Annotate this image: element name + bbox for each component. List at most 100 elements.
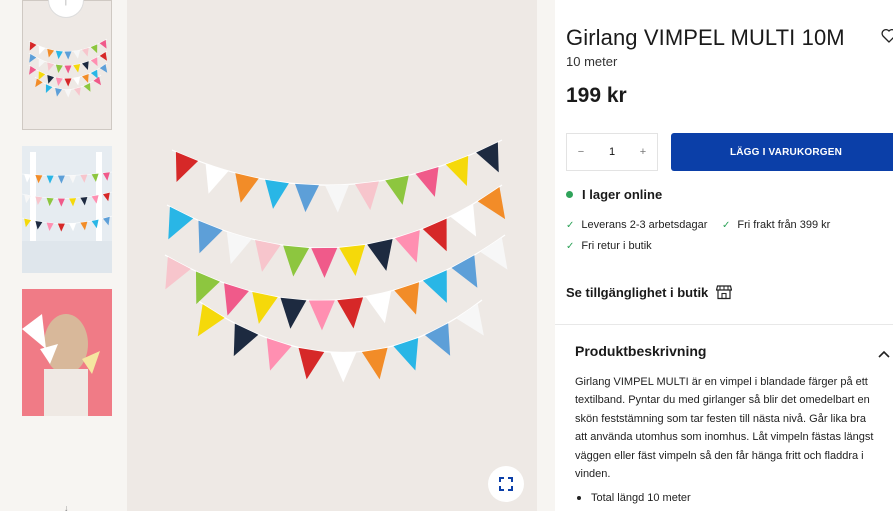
usp-free-shipping: ✓ Fri frakt från 399 kr (722, 219, 830, 231)
pennant-flag (64, 65, 72, 74)
thumbnail-1[interactable] (22, 0, 112, 130)
pennant-flag (325, 184, 349, 213)
pennant-flag (476, 142, 499, 173)
pennant-flag (361, 347, 388, 380)
bullet-text: Total längd 10 meter (591, 492, 691, 504)
pennant-flag (395, 230, 420, 263)
pennant-flag (197, 304, 225, 337)
pennant-flag (175, 151, 199, 183)
availability-label: Se tillgänglighet i butik (566, 284, 709, 300)
stock-status: I lager online (566, 187, 662, 202)
pennant-flag (339, 244, 366, 277)
pennant-flag (83, 82, 91, 92)
pennant-flag (168, 206, 194, 240)
garland-illustration (164, 139, 508, 383)
bullet-dot (577, 496, 581, 500)
decrement-button[interactable]: − (575, 146, 587, 158)
description-text: Girlang VIMPEL MULTI är en vimpel i blan… (575, 376, 874, 481)
pennant-flag (35, 78, 43, 88)
pennant-flag (394, 282, 420, 315)
pennant-flag (82, 74, 89, 83)
usp-label: Leverans 2-3 arbetsdagar (581, 219, 708, 231)
description-heading[interactable]: Produktbeskrivning (575, 343, 706, 359)
pennant-flag (55, 50, 63, 60)
pennant-flag (308, 300, 335, 331)
pennant-flag (64, 78, 72, 87)
pennant-flag (64, 51, 72, 60)
pennant-flag (330, 352, 357, 383)
pennant-flag (38, 45, 46, 55)
check-icon: ✓ (566, 240, 575, 252)
main-product-image[interactable] (127, 0, 537, 511)
description-bullet: Total längd 10 meter (577, 492, 691, 504)
thumbnail-gallery: ↑ ↓ (0, 0, 120, 511)
pennant-flag (64, 89, 72, 98)
check-icon: ✓ (566, 219, 575, 231)
quantity-stepper: − 1 + (566, 133, 658, 171)
pennant-flag (450, 204, 477, 237)
add-to-cart-button[interactable]: LÄGG I VARUKORGEN (671, 133, 893, 171)
increment-button[interactable]: + (637, 146, 649, 158)
pennant-flag (29, 41, 37, 51)
pennant-flag (311, 247, 338, 278)
pennant-flag (233, 323, 259, 357)
pennant-flag (266, 338, 292, 371)
product-title: Girlang VIMPEL MULTI 10M (566, 25, 845, 50)
store-icon (716, 285, 733, 300)
store-availability-link[interactable]: Se tillgänglighet i butik (566, 284, 733, 300)
pennant-flag (283, 245, 310, 277)
pennant-flag (55, 87, 63, 97)
pennant-flag (355, 181, 379, 211)
pennant-flag (73, 63, 81, 73)
pennant-flag (38, 58, 46, 68)
product-subtitle: 10 meter (566, 54, 618, 69)
pennant-flag (224, 283, 249, 316)
quantity-value[interactable]: 1 (609, 146, 615, 158)
pennant-flag (298, 347, 325, 380)
pennant-flag (93, 76, 102, 86)
pennant-flag (385, 175, 409, 205)
pennant-flag (252, 291, 278, 324)
chevron-up-icon[interactable] (878, 345, 890, 363)
pennant-flag (55, 77, 63, 86)
divider (555, 324, 893, 325)
thumbnail-2[interactable] (22, 146, 112, 273)
stock-dot-icon (566, 191, 573, 198)
pennant-flag (235, 173, 259, 203)
thumbnail-3[interactable] (22, 289, 112, 416)
pennant-flag (280, 297, 307, 329)
pennant-flag (99, 64, 108, 73)
pennant-flag (422, 218, 447, 252)
pennant-flag (445, 155, 469, 186)
usp-label: Fri frakt från 399 kr (737, 219, 831, 231)
pennant-flag (29, 53, 37, 63)
pennant-flag (365, 291, 392, 324)
usp-free-return: ✓ Fri retur i butik (566, 240, 652, 252)
fullscreen-button[interactable] (488, 466, 524, 502)
pennant-flag (45, 84, 53, 94)
usp-delivery: ✓ Leverans 2-3 arbetsdagar (566, 219, 707, 231)
fullscreen-icon (499, 477, 513, 491)
pennant-flag (367, 238, 393, 271)
pennant-flag (295, 183, 319, 213)
pennant-flag (90, 44, 98, 54)
product-page: ↑ ↓ Girlang VIMPEL MULTI 10M 10 meter 19… (0, 0, 893, 511)
usp-label: Fri retur i butik (581, 240, 652, 252)
pennant-flag (47, 48, 55, 58)
pennant-flag (73, 76, 81, 86)
heart-icon[interactable] (881, 28, 893, 48)
pennant-flag (165, 256, 191, 290)
pennant-flag (99, 52, 108, 61)
pennant-flag (73, 50, 81, 59)
pennant-flag (424, 323, 451, 356)
pennant-flag (456, 303, 484, 336)
thumbnail-scroll-down[interactable]: ↓ (64, 504, 69, 511)
product-price: 199 kr (566, 84, 627, 107)
pennant-flag (480, 237, 508, 270)
pennant-flag (55, 64, 63, 74)
pennant-flag (393, 337, 419, 371)
pennant-flag (337, 297, 364, 329)
pennant-flag (422, 270, 447, 303)
product-info-panel: Girlang VIMPEL MULTI 10M 10 meter 199 kr… (555, 0, 893, 511)
pennant-flag (90, 57, 98, 67)
